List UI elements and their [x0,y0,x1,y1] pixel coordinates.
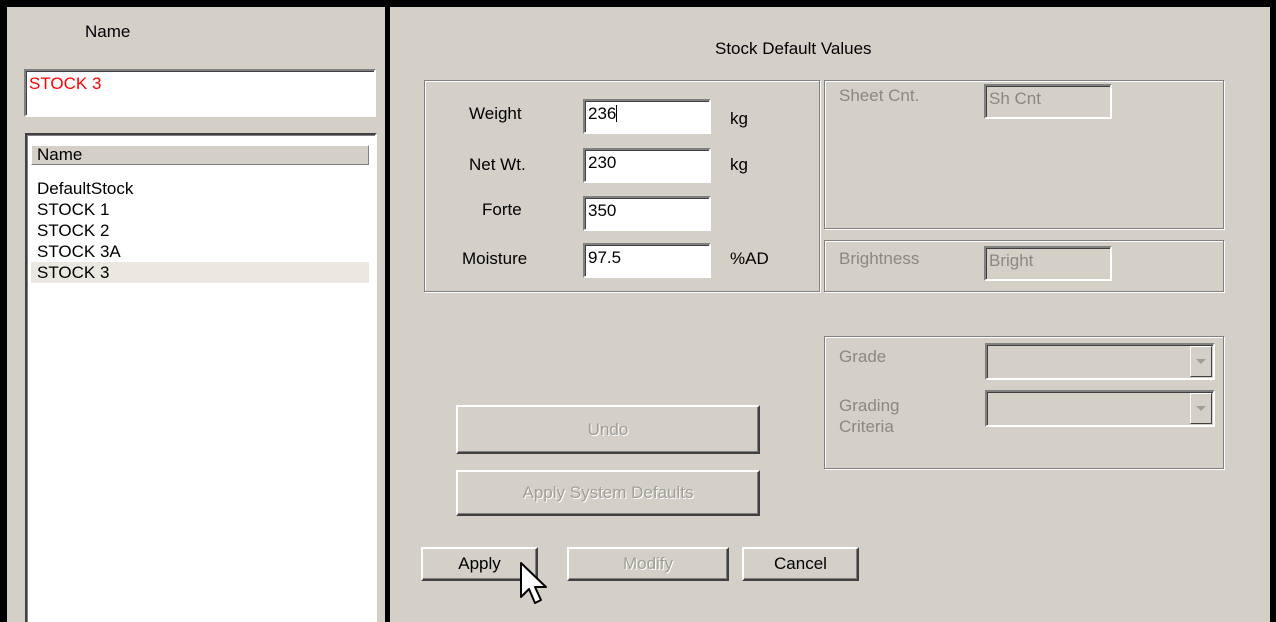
name-label: Name [85,22,131,41]
text-caret [616,105,618,122]
grading-criteria-label-line2: Criteria [839,417,894,436]
list-item-stock-1[interactable]: STOCK 1 [31,199,369,220]
weight-input[interactable]: 236 [583,99,711,134]
stock-listbox[interactable]: Name DefaultStock STOCK 1 STOCK 2 STOCK … [25,133,377,622]
undo-button[interactable]: Undo [456,405,760,454]
dialog-title: Stock Default Values [715,39,872,58]
brightness-input[interactable]: Bright [984,246,1112,281]
weight-value: 236 [588,104,617,123]
net-wt-unit: kg [730,155,748,174]
window-frame-right [1270,0,1276,622]
weight-label: Weight [469,104,522,123]
weight-unit: kg [730,109,748,128]
net-wt-label: Net Wt. [469,155,526,174]
modify-button[interactable]: Modify [567,547,729,581]
grading-criteria-label-line1: Grading [839,396,900,415]
moisture-input[interactable]: 97.5 [583,243,711,278]
grade-label: Grade [839,347,887,366]
grading-criteria-dropdown-arrow[interactable] [1190,393,1212,424]
mouse-cursor-icon [520,562,547,604]
grading-criteria-select[interactable] [985,390,1215,427]
sheet-count-label: Sheet Cnt. [839,86,920,105]
forte-input[interactable]: 350 [583,196,711,231]
grade-select[interactable] [985,343,1215,380]
grading-criteria-label: Grading Criteria [839,395,899,437]
forte-label: Forte [482,200,522,219]
grade-dropdown-arrow[interactable] [1190,346,1212,377]
list-item-stock-3a[interactable]: STOCK 3A [31,241,369,262]
chevron-down-icon [1196,406,1206,411]
brightness-label: Brightness [839,249,920,268]
cancel-button[interactable]: Cancel [742,547,859,581]
net-wt-input[interactable]: 230 [583,148,711,183]
sheet-count-input[interactable]: Sh Cnt [984,84,1112,119]
list-item-defaultstock[interactable]: DefaultStock [31,178,369,199]
window-frame-top [0,0,1276,7]
panel-divider [385,7,390,622]
list-column-header-name[interactable]: Name [31,145,369,165]
moisture-unit: %AD [730,249,769,268]
name-input[interactable]: STOCK 3 [24,69,376,117]
chevron-down-icon [1196,359,1206,364]
apply-system-defaults-button[interactable]: Apply System Defaults [456,470,760,516]
list-item-stock-2[interactable]: STOCK 2 [31,220,369,241]
window-frame-left [0,0,7,622]
list-item-stock-3[interactable]: STOCK 3 [31,262,369,283]
moisture-label: Moisture [462,249,528,268]
